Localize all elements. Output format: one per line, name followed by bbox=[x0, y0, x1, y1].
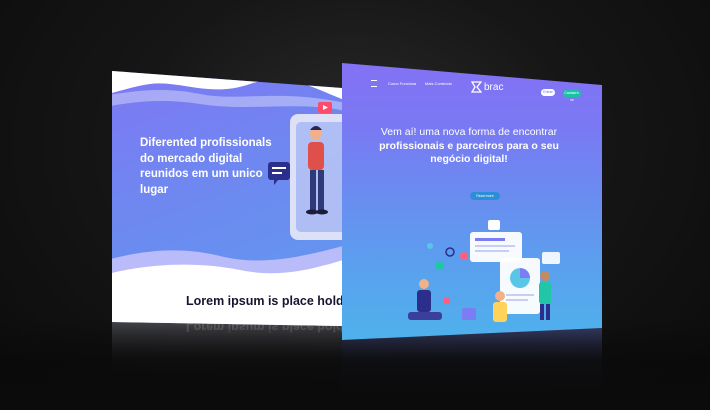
login-button[interactable]: Entrar bbox=[541, 89, 555, 96]
signup-button[interactable]: Cadastre-se bbox=[563, 90, 581, 102]
read-more-button[interactable]: Read more bbox=[470, 192, 500, 200]
person-icon bbox=[408, 279, 442, 320]
brand-logo[interactable]: brac bbox=[471, 81, 503, 93]
hero-line-2: profissionais e parceiros para o seu bbox=[379, 139, 559, 152]
left-illustration bbox=[268, 102, 342, 240]
heart-icon bbox=[460, 252, 468, 260]
nav-link-como-funciona[interactable]: Como Funciona bbox=[388, 81, 416, 86]
brand-logo-icon bbox=[471, 81, 482, 93]
chart-icon bbox=[510, 268, 530, 288]
hero-line-3: negócio digital! bbox=[430, 153, 508, 165]
left-heading: Diferented profissionals do mercado digi… bbox=[140, 137, 272, 196]
hero-line-1: Vem aí! uma nova forma de encontrar bbox=[380, 126, 558, 138]
gear-icon bbox=[445, 247, 455, 257]
right-illustration bbox=[408, 220, 560, 322]
brand-name: brac bbox=[484, 81, 504, 93]
mockup-stage: Lorem ipsum is place holder te Diferente… bbox=[0, 0, 710, 410]
chat-bubble-icon bbox=[268, 162, 290, 185]
nav-link-mais-conteudo[interactable]: Mais Conteúdo bbox=[425, 81, 452, 86]
hero-headline: Vem aí! uma nova forma de encontrar prof… bbox=[364, 126, 574, 167]
menu-icon[interactable] bbox=[371, 80, 377, 87]
play-icon bbox=[318, 102, 332, 113]
